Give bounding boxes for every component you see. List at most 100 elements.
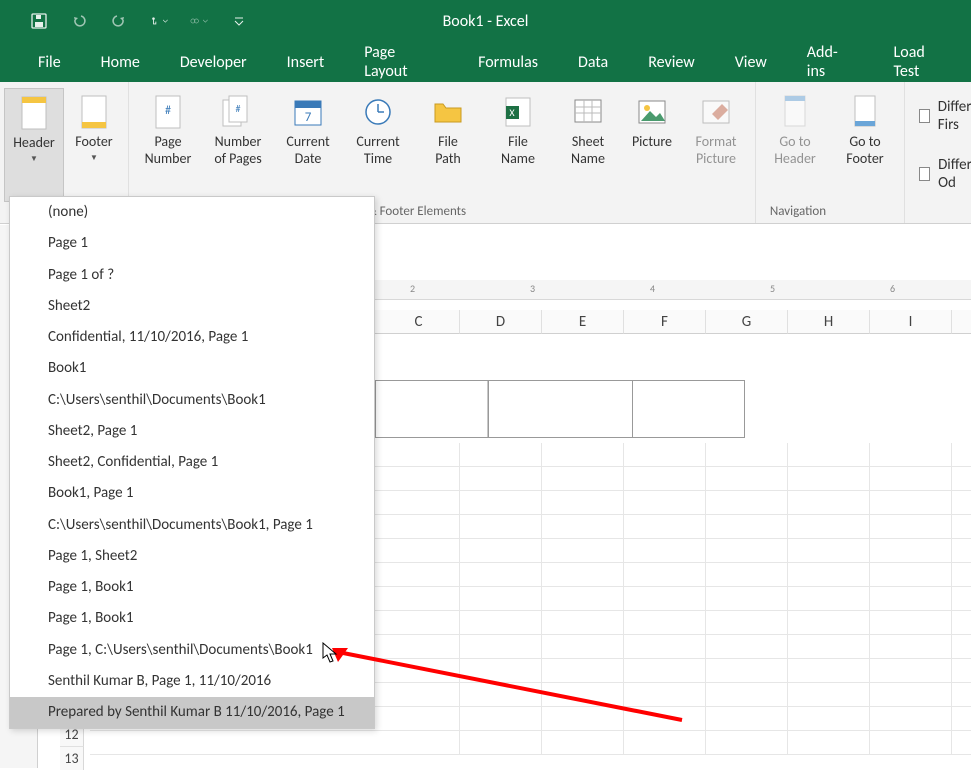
- page-number-icon: #: [146, 92, 190, 132]
- go-to-footer-button[interactable]: Go toFooter: [830, 88, 900, 223]
- group-navigation: Go toHeader Go toFooter: [756, 82, 905, 223]
- tab-file[interactable]: File: [18, 44, 81, 81]
- column-header[interactable]: F: [624, 310, 706, 334]
- column-header[interactable]: G: [706, 310, 788, 334]
- group-options: Different Firs Different Od: [905, 82, 971, 223]
- column-header[interactable]: C: [378, 310, 460, 334]
- excel-file-icon: X: [496, 92, 540, 132]
- format-picture-label: FormatPicture: [685, 134, 747, 168]
- tab-insert[interactable]: Insert: [267, 44, 345, 81]
- number-of-pages-icon: #: [216, 92, 260, 132]
- header-label: Header: [13, 135, 55, 152]
- svg-text:#: #: [165, 104, 171, 118]
- column-header[interactable]: I: [870, 310, 952, 334]
- folder-icon: [426, 92, 470, 132]
- tab-review[interactable]: Review: [628, 44, 715, 81]
- dropdown-item[interactable]: Book1: [10, 353, 374, 384]
- window-title: Book1 - Excel: [443, 12, 529, 31]
- clock-icon: [356, 92, 400, 132]
- chevron-down-icon: ▼: [30, 154, 38, 164]
- dropdown-item[interactable]: Page 1, Book1: [10, 572, 374, 603]
- tab-data[interactable]: Data: [558, 44, 628, 81]
- dropdown-item[interactable]: Page 1: [10, 228, 374, 259]
- dropdown-item-none[interactable]: (none): [10, 197, 374, 228]
- header-right-section[interactable]: [633, 381, 744, 437]
- file-name-button[interactable]: X FileName: [483, 88, 553, 223]
- dropdown-item[interactable]: Page 1, C:\Users\senthil\Documents\Book1: [10, 635, 374, 666]
- file-path-button[interactable]: FilePath: [413, 88, 483, 223]
- dropdown-item[interactable]: Confidential, 11/10/2016, Page 1: [10, 322, 374, 353]
- picture-label: Picture: [632, 134, 672, 151]
- tab-formulas[interactable]: Formulas: [458, 44, 558, 81]
- dropdown-item[interactable]: Page 1 of ?: [10, 260, 374, 291]
- svg-text:#: #: [236, 102, 241, 115]
- dropdown-item[interactable]: Book1, Page 1: [10, 478, 374, 509]
- tab-developer[interactable]: Developer: [160, 44, 267, 81]
- footer-button[interactable]: Footer ▼: [64, 88, 124, 202]
- file-path-label: FilePath: [417, 134, 479, 168]
- go-to-footer-label: Go toFooter: [834, 134, 896, 168]
- sheet-name-button[interactable]: SheetName: [553, 88, 623, 223]
- redo-icon[interactable]: [110, 12, 128, 30]
- header-dropdown: (none) Page 1 Page 1 of ? Sheet2 Confide…: [9, 196, 375, 729]
- format-picture-icon: [694, 92, 738, 132]
- header-center-section[interactable]: [488, 381, 633, 437]
- ruler-tick: 4: [650, 282, 655, 295]
- dropdown-item[interactable]: Page 1, Sheet2: [10, 541, 374, 572]
- page-header-box[interactable]: [375, 380, 745, 438]
- format-picture-button: FormatPicture: [681, 88, 751, 223]
- customize-qat-icon[interactable]: [230, 12, 248, 30]
- dropdown-item[interactable]: Page 1, Book1: [10, 603, 374, 634]
- svg-text:X: X: [509, 106, 515, 119]
- dropdown-item[interactable]: Sheet2, Page 1: [10, 416, 374, 447]
- go-to-header-label: Go toHeader: [764, 134, 826, 168]
- column-header[interactable]: J: [952, 310, 971, 334]
- dropdown-item[interactable]: Sheet2, Confidential, Page 1: [10, 447, 374, 478]
- dropdown-item-hovered[interactable]: Prepared by Senthil Kumar B 11/10/2016, …: [10, 697, 374, 728]
- chevron-down-icon: ▼: [90, 153, 98, 163]
- sheet-icon: [566, 92, 610, 132]
- number-of-pages-label: Numberof Pages: [207, 134, 269, 168]
- column-header[interactable]: D: [460, 310, 542, 334]
- header-left-section[interactable]: [376, 381, 488, 437]
- picture-icon: [630, 92, 674, 132]
- current-date-label: CurrentDate: [277, 134, 339, 168]
- tab-view[interactable]: View: [715, 44, 787, 81]
- quick-access-toolbar: [0, 12, 248, 30]
- calendar-icon: 7: [286, 92, 330, 132]
- dropdown-item[interactable]: Sheet2: [10, 291, 374, 322]
- undo-icon[interactable]: [70, 12, 88, 30]
- footer-label: Footer: [75, 134, 112, 151]
- ribbon-tabs: File Home Developer Insert Page Layout F…: [0, 42, 971, 82]
- mouse-cursor-icon: [322, 642, 340, 664]
- different-first-page-option[interactable]: Different Firs: [919, 98, 971, 134]
- sheet-name-label: SheetName: [557, 134, 619, 168]
- column-header[interactable]: E: [542, 310, 624, 334]
- dropdown-item[interactable]: Senthil Kumar B, Page 1, 11/10/2016: [10, 666, 374, 697]
- different-first-label: Different Firs: [938, 98, 971, 134]
- dropdown-item[interactable]: C:\Users\senthil\Documents\Book1, Page 1: [10, 510, 374, 541]
- ruler-tick: 5: [770, 282, 775, 295]
- picture-button[interactable]: Picture: [623, 88, 681, 223]
- addins-icon[interactable]: [190, 12, 208, 30]
- file-name-label: FileName: [487, 134, 549, 168]
- header-button[interactable]: Header ▼: [4, 88, 64, 202]
- go-to-header-button: Go toHeader: [760, 88, 830, 223]
- different-odd-even-option[interactable]: Different Od: [919, 156, 971, 192]
- row-header[interactable]: 13: [60, 746, 84, 770]
- footer-icon: [72, 92, 116, 132]
- ruler-tick: 3: [530, 282, 535, 295]
- column-header[interactable]: H: [788, 310, 870, 334]
- svg-text:7: 7: [305, 110, 312, 125]
- go-to-footer-icon: [843, 92, 887, 132]
- checkbox-icon[interactable]: [919, 109, 930, 123]
- page-number-label: PageNumber: [137, 134, 199, 168]
- dropdown-item[interactable]: C:\Users\senthil\Documents\Book1: [10, 385, 374, 416]
- checkbox-icon[interactable]: [919, 167, 930, 181]
- touch-mode-icon[interactable]: [150, 12, 168, 30]
- header-icon: [12, 93, 56, 133]
- save-icon[interactable]: [30, 12, 48, 30]
- ruler-tick: 2: [410, 282, 415, 295]
- current-time-label: CurrentTime: [347, 134, 409, 168]
- tab-home[interactable]: Home: [81, 44, 160, 81]
